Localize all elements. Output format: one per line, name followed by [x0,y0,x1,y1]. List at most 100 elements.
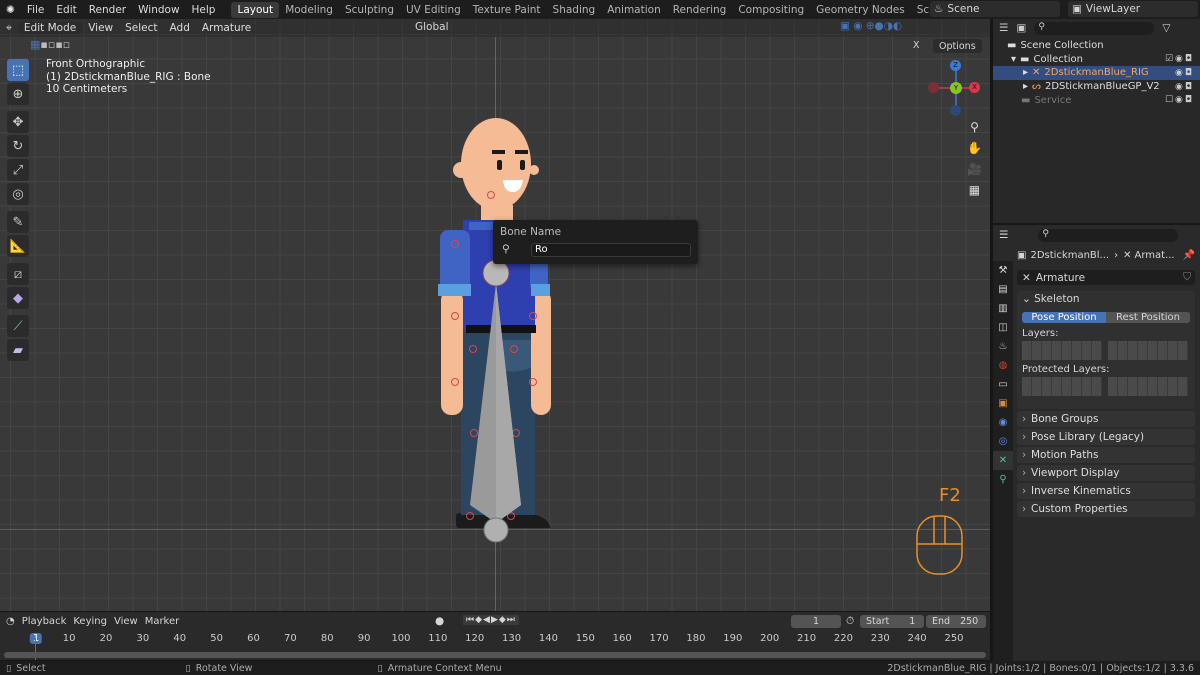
outliner-item[interactable]: ▾ ▬ Collection ☑◉◘ [993,53,1200,67]
mouse-icon [916,515,963,575]
pan-hand-icon[interactable]: ✋ [967,138,982,159]
frame-tick: 130 [502,633,522,644]
tab-geometry-nodes[interactable]: Geometry Nodes [810,2,911,18]
armature-icon: ✕ [1123,249,1132,261]
properties-editor: ☰ ⚲ ⚒ ▤ ▥ ◫ ♨ ◍ ▭ ▣ ◉ ◎ ✕ ⚲ ▣ 2Dstickman… [993,225,1200,661]
camera-icon[interactable]: 🎥 [967,159,982,180]
frame-tick: 230 [870,633,890,644]
bone-tab[interactable]: ⚲ [993,470,1013,489]
timeline-editor-icon[interactable]: ◔ [6,616,15,627]
outliner: ☰ ▣ ⚲ ▽ ▬ Scene Collection ▾ ▬ Collection ☑… [993,19,1200,223]
view-layer-tab[interactable]: ◫ [993,318,1013,337]
armature-data-tab[interactable]: ✕ [993,451,1013,470]
protected-layers-grid-1[interactable] [1022,377,1102,396]
funnel-icon[interactable]: ▽ [1162,22,1170,34]
menu-keying[interactable]: Keying [73,616,107,627]
scene-selector[interactable]: ♨ Scene [930,1,1060,17]
bone-name-popup: Bone Name ⚲ Ro [493,220,698,264]
end-frame-field[interactable]: End 250 [926,615,986,628]
pin-icon[interactable]: 📌 [1183,250,1195,261]
outliner-display-mode-icon[interactable]: ☰ [999,22,1008,34]
outliner-item[interactable]: ▸ ᔕ 2DStickmanBlueGP_V2 ◉◘ [993,80,1200,94]
protected-layers-grid-2[interactable] [1108,377,1188,396]
frame-tick: 90 [357,633,371,644]
current-frame-field[interactable]: 1 [791,615,841,628]
3d-viewport[interactable]: ⌖ Edit Mode View Select Add Armature Glo… [0,19,990,611]
current-frame-marker[interactable]: 1 [29,633,43,644]
menu-timeline-view[interactable]: View [114,616,138,627]
zoom-icon[interactable]: ⚲ [967,117,982,138]
visibility-icons[interactable]: ☐◉◘ [1165,95,1194,105]
properties-editor-type-icon[interactable]: ☰ [999,229,1008,241]
frame-tick: 170 [649,633,669,644]
grid-perspective-icon[interactable]: ▦ [967,180,982,201]
outliner-search-input[interactable]: ⚲ [1034,21,1155,35]
tab-animation[interactable]: Animation [601,2,667,18]
frame-tick: 40 [173,633,187,644]
visibility-icons[interactable]: ◉◘ [1175,68,1194,78]
visibility-icons[interactable]: ☑◉◘ [1165,54,1194,64]
pose-position-button[interactable]: Pose Position [1022,312,1106,323]
tab-modeling[interactable]: Modeling [279,2,339,18]
frame-tick: 110 [428,633,448,644]
view-layer-selector[interactable]: ▣ ViewLayer [1068,1,1198,17]
tab-rendering[interactable]: Rendering [667,2,733,18]
physics-tab[interactable]: ◉ [993,413,1013,432]
outliner-filter-icon[interactable]: ▣ [1016,22,1026,34]
properties-search-input[interactable]: ⚲ [1038,228,1179,242]
playback-controls[interactable]: ⏮◆◀▶◆⏭ [463,615,519,625]
tab-compositing[interactable]: Compositing [732,2,810,18]
armature-data-field[interactable]: ✕ Armature ⛉ [1017,270,1195,285]
gizmo-x[interactable]: X [969,82,980,93]
constraints-tab[interactable]: ◎ [993,432,1013,451]
visibility-icons[interactable]: ◉◘ [1175,82,1194,92]
gizmo-y[interactable]: Y [950,82,962,94]
view-layer-icon: ▣ [1072,3,1082,15]
timeline-scrollbar[interactable] [4,652,986,658]
keyframe-record-icon[interactable]: ● [435,615,444,627]
menu-marker[interactable]: Marker [145,616,180,627]
collection-tab[interactable]: ▭ [993,375,1013,394]
tab-texture-paint[interactable]: Texture Paint [467,2,547,18]
menu-render[interactable]: Render [83,4,132,16]
layers-label: Layers: [1022,328,1059,339]
scene-tab[interactable]: ♨ [993,337,1013,356]
tab-layout[interactable]: Layout [231,1,280,18]
tab-sculpting[interactable]: Sculpting [339,2,400,18]
layers-grid-1[interactable] [1022,341,1102,360]
menu-window[interactable]: Window [132,4,185,16]
panel-pose-library[interactable]: Pose Library (Legacy) [1017,429,1195,445]
tab-shading[interactable]: Shading [547,2,602,18]
rest-position-button[interactable]: Rest Position [1106,312,1190,323]
panel-motion-paths[interactable]: Motion Paths [1017,447,1195,463]
menu-file[interactable]: File [21,4,51,16]
start-frame-field[interactable]: Start 1 [860,615,924,628]
blender-logo-icon[interactable]: ✺ [0,4,21,16]
world-tab[interactable]: ◍ [993,356,1013,375]
tab-uv-editing[interactable]: UV Editing [400,2,467,18]
outliner-item-selected[interactable]: ▸ ✕ 2DstickmanBlue_RIG ◉◘ [993,66,1200,80]
fake-user-shield-icon[interactable]: ⛉ [1183,271,1195,284]
skeleton-panel-header[interactable]: ⌄ Skeleton [1017,291,1195,307]
layers-grid-2[interactable] [1108,341,1188,360]
menu-edit[interactable]: Edit [50,4,82,16]
frame-tick: 200 [760,633,780,644]
panel-inverse-kinematics[interactable]: Inverse Kinematics [1017,483,1195,499]
panel-custom-properties[interactable]: Custom Properties [1017,501,1195,517]
bone-name-input[interactable]: Ro [531,243,691,257]
panel-bone-groups[interactable]: Bone Groups [1017,411,1195,427]
output-tab[interactable]: ▥ [993,299,1013,318]
stopwatch-icon: ⏱ [846,615,855,627]
outliner-item[interactable]: ▬ Service ☐◉◘ [993,93,1200,107]
gizmo-z[interactable]: Z [950,60,961,71]
outliner-item[interactable]: ▬ Scene Collection [993,39,1200,53]
object-tab[interactable]: ▣ [993,394,1013,413]
tool-tab[interactable]: ⚒ [993,261,1013,280]
menu-playback[interactable]: Playback [22,616,67,627]
mouse-left-icon: ▯ [6,662,12,674]
panel-viewport-display[interactable]: Viewport Display [1017,465,1195,481]
render-tab[interactable]: ▤ [993,280,1013,299]
menu-help[interactable]: Help [186,4,222,16]
properties-breadcrumb: ▣ 2DstickmanBl... › ✕ Armat... 📌 [1017,249,1195,261]
navigation-gizmo[interactable]: Z Y X [925,59,985,119]
